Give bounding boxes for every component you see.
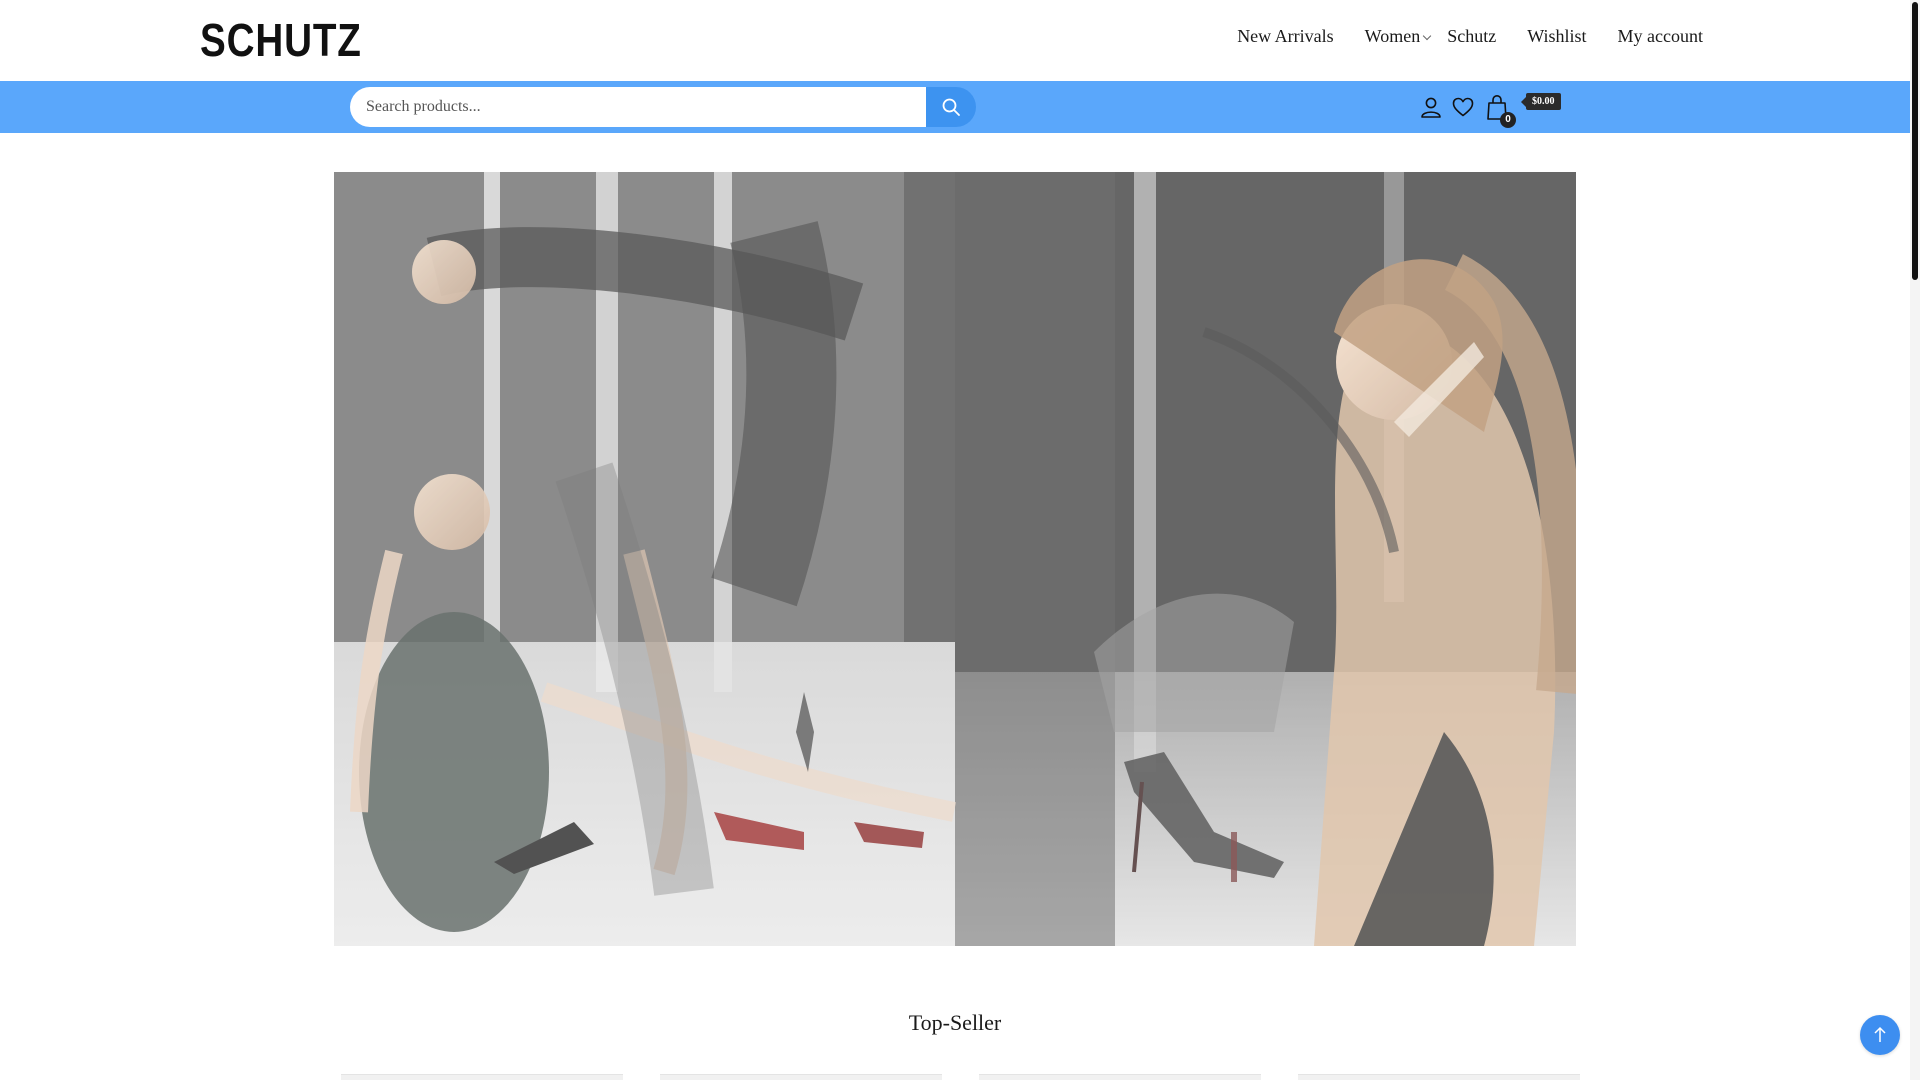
site-header: SCHUTZ New Arrivals Women Schutz Wishlis…: [0, 0, 1910, 81]
nav-item-label: Women: [1364, 26, 1421, 46]
hero-image: [334, 172, 1576, 946]
nav-item-label: New Arrivals: [1237, 26, 1334, 46]
nav-item-label: Wishlist: [1527, 26, 1587, 46]
scrollbar[interactable]: [1910, 0, 1920, 1080]
nav-item-label: My account: [1617, 26, 1703, 46]
search-button[interactable]: [926, 87, 976, 127]
page: SCHUTZ New Arrivals Women Schutz Wishlis…: [0, 0, 1920, 1080]
product-card[interactable]: [1298, 1074, 1580, 1080]
cart-total[interactable]: $0.00: [1521, 92, 1561, 110]
wishlist-button[interactable]: [1450, 94, 1476, 120]
nav-item-label: Schutz: [1447, 26, 1497, 46]
user-icon: [1421, 97, 1441, 118]
chevron-down-icon: [1422, 31, 1432, 40]
back-to-top-button[interactable]: [1860, 1015, 1900, 1055]
search-icon: [942, 98, 960, 116]
nav-item-new-arrivals[interactable]: New Arrivals: [1237, 26, 1333, 47]
section-title-top-seller: Top-Seller: [908, 1010, 1002, 1035]
main-nav: New Arrivals Women Schutz Wishlist My ac…: [1237, 26, 1703, 47]
scrollbar-thumb[interactable]: [1912, 2, 1918, 280]
heart-icon: [1452, 97, 1474, 117]
cart-button[interactable]: 0: [1484, 94, 1516, 128]
nav-item-my-account[interactable]: My account: [1618, 26, 1703, 47]
arrow-up-icon: [1874, 1026, 1886, 1042]
hero-banner[interactable]: [334, 172, 1576, 946]
search-input[interactable]: [350, 87, 926, 127]
product-grid: [0, 1074, 1910, 1080]
product-card[interactable]: [660, 1074, 942, 1080]
search-band: 0 $0.00: [0, 81, 1910, 133]
product-card[interactable]: [341, 1074, 623, 1080]
header-utilities: 0 $0.00: [1418, 89, 1561, 128]
brand-logo[interactable]: SCHUTZ: [200, 14, 362, 66]
nav-item-women[interactable]: Women: [1364, 26, 1432, 47]
product-card[interactable]: [979, 1074, 1261, 1080]
search-form: [350, 87, 976, 127]
nav-item-wishlist[interactable]: Wishlist: [1527, 26, 1586, 47]
nav-item-schutz[interactable]: Schutz: [1447, 26, 1496, 47]
cart-count-badge: 0: [1500, 112, 1516, 128]
account-button[interactable]: [1418, 94, 1444, 120]
